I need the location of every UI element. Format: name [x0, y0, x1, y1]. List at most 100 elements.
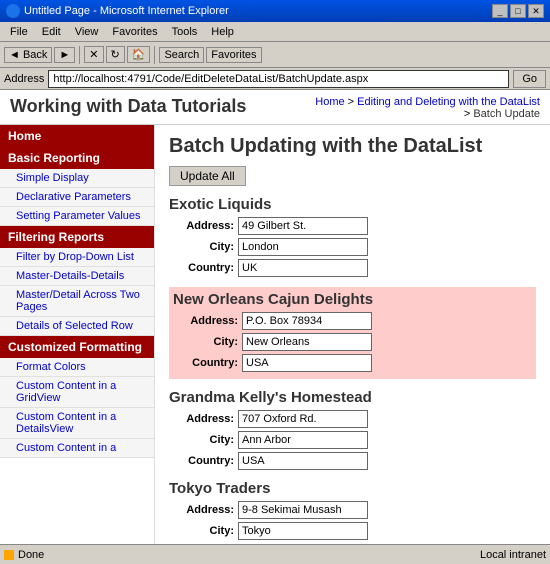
sidebar-item-master-details[interactable]: Master-Details-Details: [0, 267, 154, 286]
status-bar: Done Local intranet: [0, 544, 550, 564]
status-icon: [4, 550, 14, 560]
field-row-city-2: City:: [169, 431, 536, 449]
sidebar-item-declarative-parameters[interactable]: Declarative Parameters: [0, 188, 154, 207]
sidebar-item-filter-dropdown[interactable]: Filter by Drop-Down List: [0, 248, 154, 267]
window-title: Untitled Page - Microsoft Internet Explo…: [24, 5, 229, 17]
status-zone: Local intranet: [480, 549, 546, 561]
breadcrumb-current: Batch Update: [473, 108, 540, 120]
field-row-country-0: Country:: [169, 259, 536, 277]
window-controls[interactable]: _ □ ✕: [492, 4, 544, 18]
menu-file[interactable]: File: [4, 25, 34, 39]
address-input-1[interactable]: [242, 312, 372, 330]
forward-button[interactable]: ►: [54, 47, 75, 63]
company-name-0: Exotic Liquids: [169, 196, 536, 213]
address-input[interactable]: [48, 70, 509, 88]
content-title: Batch Updating with the DataList: [169, 135, 536, 158]
breadcrumb-parent[interactable]: Editing and Deleting with the DataList: [357, 96, 540, 108]
sidebar-item-custom-content-gridview[interactable]: Custom Content in a GridView: [0, 377, 154, 408]
close-button[interactable]: ✕: [528, 4, 544, 18]
field-row-address-3: Address:: [169, 501, 536, 519]
toolbar-separator-1: [79, 46, 80, 64]
city-input-0[interactable]: [238, 238, 368, 256]
country-input-0[interactable]: [238, 259, 368, 277]
status-text: Done: [18, 549, 44, 561]
address-bar: Address Go: [0, 68, 550, 90]
menu-favorites[interactable]: Favorites: [106, 25, 163, 39]
city-input-1[interactable]: [242, 333, 372, 351]
page-header: Working with Data Tutorials Home > Editi…: [0, 90, 550, 125]
maximize-button[interactable]: □: [510, 4, 526, 18]
menu-tools[interactable]: Tools: [166, 25, 204, 39]
field-row-country-2: Country:: [169, 452, 536, 470]
sidebar-item-setting-parameter-values[interactable]: Setting Parameter Values: [0, 207, 154, 226]
sidebar-item-master-detail-across[interactable]: Master/Detail Across Two Pages: [0, 286, 154, 317]
menu-view[interactable]: View: [69, 25, 105, 39]
field-row-city-3: City:: [169, 522, 536, 540]
country-input-1[interactable]: [242, 354, 372, 372]
sidebar-item-simple-display[interactable]: Simple Display: [0, 169, 154, 188]
city-label-2: City:: [169, 434, 234, 446]
back-button[interactable]: ◄ Back: [4, 47, 52, 63]
sidebar: Home Basic Reporting Simple Display Decl…: [0, 125, 155, 544]
content-area: Batch Updating with the DataList Update …: [155, 125, 550, 544]
city-input-2[interactable]: [238, 431, 368, 449]
refresh-button[interactable]: ↻: [106, 46, 125, 63]
page-content: Working with Data Tutorials Home > Editi…: [0, 90, 550, 544]
field-row-country-1: Country:: [173, 354, 532, 372]
sidebar-item-custom-content-detailsview[interactable]: Custom Content in a DetailsView: [0, 408, 154, 439]
address-label-1: Address:: [173, 315, 238, 327]
home-button[interactable]: 🏠: [127, 46, 151, 63]
ie-icon: [6, 4, 20, 18]
city-label-1: City:: [173, 336, 238, 348]
status-left: Done: [4, 549, 44, 561]
company-block-new-orleans: New Orleans Cajun Delights Address: City…: [169, 287, 536, 379]
minimize-button[interactable]: _: [492, 4, 508, 18]
address-label-3: Address:: [169, 504, 234, 516]
main-layout: Home Basic Reporting Simple Display Decl…: [0, 125, 550, 544]
sidebar-item-details-selected-row[interactable]: Details of Selected Row: [0, 317, 154, 336]
field-row-city-0: City:: [169, 238, 536, 256]
update-all-button[interactable]: Update All: [169, 166, 246, 186]
menu-bar: File Edit View Favorites Tools Help: [0, 22, 550, 42]
search-button[interactable]: Search: [159, 47, 204, 63]
city-label-0: City:: [169, 241, 234, 253]
company-name-2: Grandma Kelly's Homestead: [169, 389, 536, 406]
sidebar-item-custom-content-other[interactable]: Custom Content in a: [0, 439, 154, 458]
address-input-2[interactable]: [238, 410, 368, 428]
site-title: Working with Data Tutorials: [10, 96, 246, 117]
city-input-3[interactable]: [238, 522, 368, 540]
country-label-1: Country:: [173, 357, 238, 369]
company-block-tokyo-traders: Tokyo Traders Address: City:: [169, 480, 536, 540]
title-bar: Untitled Page - Microsoft Internet Explo…: [0, 0, 550, 22]
field-row-address-0: Address:: [169, 217, 536, 235]
toolbar: ◄ Back ► ✕ ↻ 🏠 Search Favorites: [0, 42, 550, 68]
sidebar-section-customized-formatting[interactable]: Customized Formatting: [0, 336, 154, 358]
breadcrumb-home[interactable]: Home: [315, 96, 344, 108]
address-label-2: Address:: [169, 413, 234, 425]
field-row-address-1: Address:: [173, 312, 532, 330]
stop-button[interactable]: ✕: [84, 46, 103, 63]
country-input-2[interactable]: [238, 452, 368, 470]
company-name-1: New Orleans Cajun Delights: [173, 291, 532, 308]
menu-edit[interactable]: Edit: [36, 25, 67, 39]
address-input-3[interactable]: [238, 501, 368, 519]
breadcrumb: Home > Editing and Deleting with the Dat…: [315, 96, 540, 120]
field-row-city-1: City:: [173, 333, 532, 351]
city-label-3: City:: [169, 525, 234, 537]
address-input-0[interactable]: [238, 217, 368, 235]
sidebar-section-basic-reporting[interactable]: Basic Reporting: [0, 147, 154, 169]
field-row-address-2: Address:: [169, 410, 536, 428]
address-label-0: Address:: [169, 220, 234, 232]
menu-help[interactable]: Help: [205, 25, 240, 39]
toolbar-separator-2: [154, 46, 155, 64]
company-block-grandma-kelly: Grandma Kelly's Homestead Address: City:…: [169, 389, 536, 470]
company-name-3: Tokyo Traders: [169, 480, 536, 497]
go-button[interactable]: Go: [513, 70, 546, 88]
sidebar-section-filtering-reports[interactable]: Filtering Reports: [0, 226, 154, 248]
sidebar-item-format-colors[interactable]: Format Colors: [0, 358, 154, 377]
company-block-exotic-liquids: Exotic Liquids Address: City: Country:: [169, 196, 536, 277]
sidebar-section-home[interactable]: Home: [0, 125, 154, 147]
address-label: Address: [4, 73, 44, 85]
favorites-button[interactable]: Favorites: [206, 47, 261, 63]
title-bar-left: Untitled Page - Microsoft Internet Explo…: [6, 4, 229, 18]
